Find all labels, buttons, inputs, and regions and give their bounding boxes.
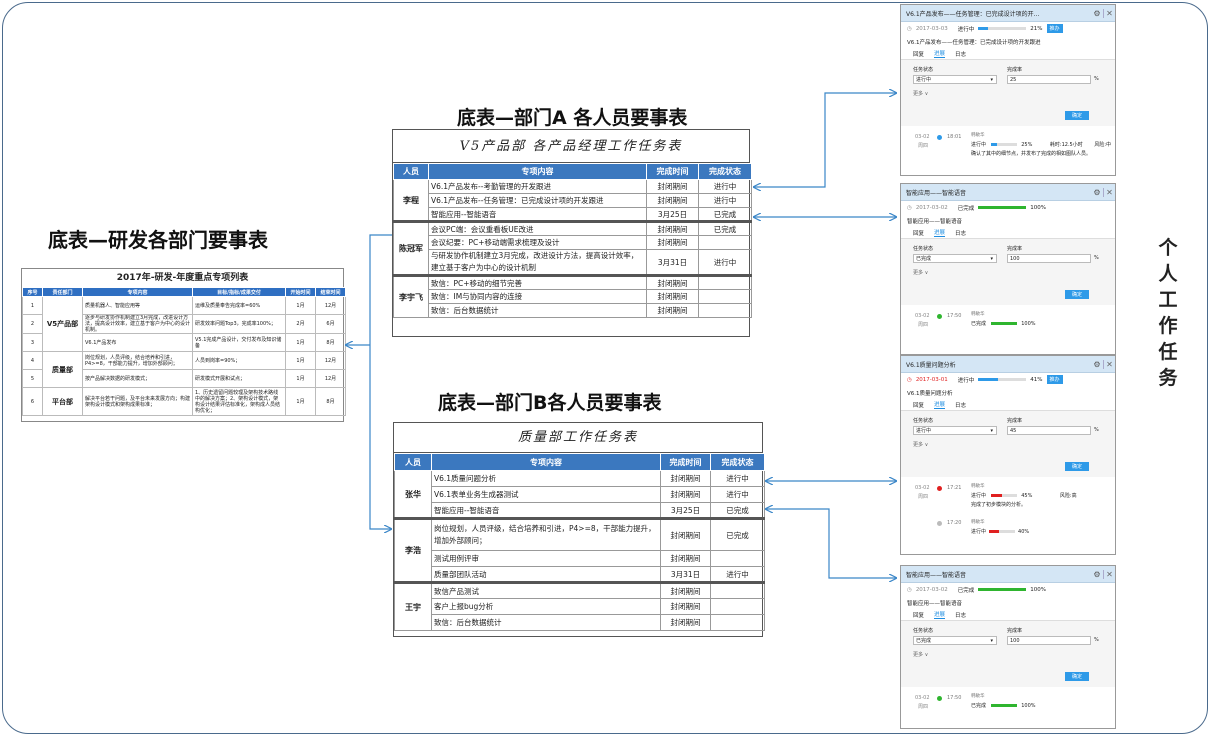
connector-arrows (0, 0, 1212, 738)
arrow-overview-to-depts (369, 234, 392, 529)
arrow-dept-b-mid (766, 509, 896, 578)
arrow-dept-a-top (754, 93, 896, 187)
